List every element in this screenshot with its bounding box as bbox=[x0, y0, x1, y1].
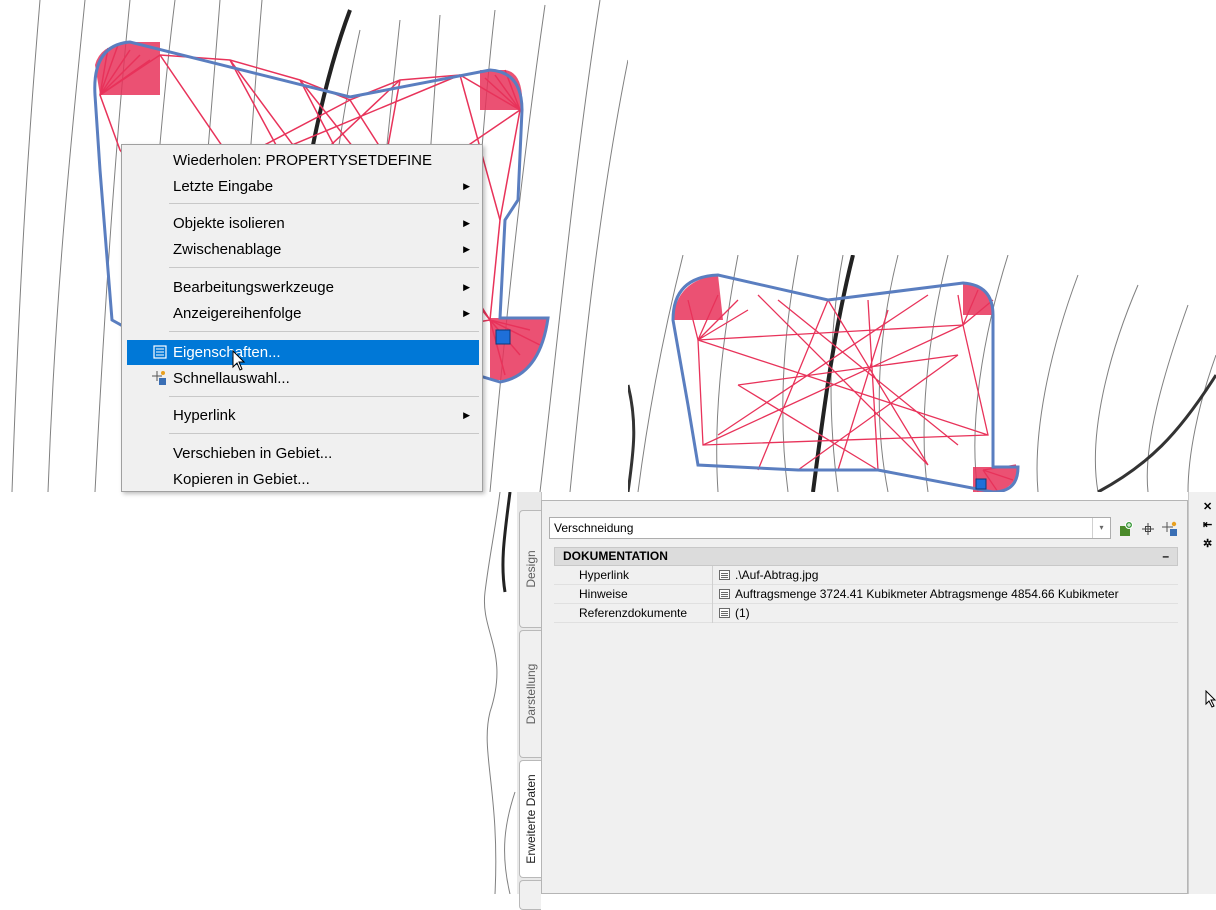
menu-separator bbox=[169, 396, 479, 397]
context-menu: Wiederholen: PROPERTYSETDEFINE Letzte Ei… bbox=[121, 144, 483, 492]
menu-item-label: Eigenschaften... bbox=[173, 344, 281, 361]
property-label: Referenzdokumente bbox=[579, 606, 688, 620]
quick-select-icon[interactable] bbox=[1162, 521, 1178, 537]
properties-icon bbox=[153, 345, 167, 359]
menu-item-draw-order[interactable]: Anzeigereihenfolge ▶ bbox=[122, 301, 482, 326]
menu-item-recent-input[interactable]: Letzte Eingabe ▶ bbox=[122, 174, 482, 199]
menu-separator bbox=[169, 331, 479, 332]
property-value: Auftragsmenge 3724.41 Kubikmeter Abtrags… bbox=[735, 587, 1119, 601]
pickadd-icon[interactable] bbox=[1140, 521, 1156, 537]
menu-item-hyperlink[interactable]: Hyperlink ▶ bbox=[122, 403, 482, 428]
tab-label: Design bbox=[523, 550, 538, 588]
grading-drawing-2 bbox=[628, 255, 1216, 492]
grading-triangulation-2 bbox=[687, 289, 1017, 492]
property-row-hinweise[interactable]: Hinweise Auftragsmenge 3724.41 Kubikmete… bbox=[554, 585, 1178, 604]
quick-select-icon bbox=[152, 371, 166, 385]
mouse-cursor-icon bbox=[232, 350, 246, 371]
menu-item-label: Objekte isolieren bbox=[173, 215, 285, 232]
mouse-cursor-icon bbox=[1205, 690, 1216, 708]
menu-item-label: Bearbeitungswerkzeuge bbox=[173, 279, 334, 296]
tab-design[interactable]: Design bbox=[519, 510, 541, 628]
palette-sidebar: ✕ ⇤ ✲ bbox=[1188, 492, 1216, 894]
settings-icon[interactable]: ✲ bbox=[1203, 537, 1212, 550]
table-icon bbox=[719, 608, 730, 618]
submenu-arrow-icon: ▶ bbox=[463, 244, 470, 254]
close-icon[interactable]: ✕ bbox=[1203, 500, 1212, 513]
contour-lines-2 bbox=[637, 255, 1216, 492]
menu-item-editing-tools[interactable]: Bearbeitungswerkzeuge ▶ bbox=[122, 275, 482, 300]
menu-item-label: Schnellauswahl... bbox=[173, 370, 290, 387]
object-type-select[interactable]: Verschneidung ▾ bbox=[549, 517, 1111, 539]
tab-more[interactable] bbox=[519, 880, 541, 910]
menu-item-label: Letzte Eingabe bbox=[173, 178, 274, 195]
menu-item-isolate-objects[interactable]: Objekte isolieren ▶ bbox=[122, 211, 482, 236]
table-icon bbox=[719, 570, 730, 580]
select-objects-icon[interactable] bbox=[1118, 521, 1134, 537]
menu-item-copy-to-area[interactable]: Kopieren in Gebiet... bbox=[122, 467, 482, 492]
collapse-icon[interactable]: – bbox=[1162, 548, 1169, 565]
grip-square-1 bbox=[495, 329, 511, 345]
menu-item-label: Verschieben in Gebiet... bbox=[173, 445, 333, 462]
column-divider bbox=[712, 566, 713, 623]
drawing-viewport-3[interactable] bbox=[470, 492, 517, 894]
palette-tab-strip: Design Darstellung Erweiterte Daten bbox=[517, 492, 542, 910]
property-row-referenzdokumente[interactable]: Referenzdokumente (1) bbox=[554, 604, 1178, 623]
menu-item-label: Hyperlink bbox=[173, 407, 236, 424]
palette-body: Verschneidung ▾ DOKUMENTATION – Hyperlin… bbox=[541, 500, 1188, 894]
grip-square-2 bbox=[975, 478, 987, 490]
object-type-value: Verschneidung bbox=[554, 521, 634, 535]
submenu-arrow-icon: ▶ bbox=[463, 218, 470, 228]
properties-palette: Design Darstellung Erweiterte Daten Vers… bbox=[517, 492, 1216, 910]
section-header-dokumentation[interactable]: DOKUMENTATION – bbox=[554, 547, 1178, 566]
auto-hide-icon[interactable]: ⇤ bbox=[1203, 518, 1212, 531]
table-icon bbox=[719, 589, 730, 599]
chevron-down-icon[interactable]: ▾ bbox=[1092, 518, 1110, 538]
property-value: .\Auf-Abtrag.jpg bbox=[735, 568, 819, 582]
menu-separator bbox=[169, 203, 479, 204]
menu-item-label: Anzeigereihenfolge bbox=[173, 305, 302, 322]
submenu-arrow-icon: ▶ bbox=[463, 282, 470, 292]
menu-item-clipboard[interactable]: Zwischenablage ▶ bbox=[122, 237, 482, 262]
menu-item-label: Wiederholen: PROPERTYSETDEFINE bbox=[173, 152, 432, 169]
tab-darstellung[interactable]: Darstellung bbox=[519, 630, 541, 758]
menu-separator bbox=[169, 267, 479, 268]
menu-item-quick-select[interactable]: Schnellauswahl... bbox=[122, 366, 482, 391]
property-label: Hinweise bbox=[579, 587, 628, 601]
drawing-fragment-3 bbox=[483, 492, 516, 894]
submenu-arrow-icon: ▶ bbox=[463, 410, 470, 420]
section-title: DOKUMENTATION bbox=[563, 549, 668, 563]
property-value: (1) bbox=[735, 606, 750, 620]
drawing-viewport-2[interactable] bbox=[628, 255, 1216, 492]
menu-item-label: Kopieren in Gebiet... bbox=[173, 471, 310, 488]
submenu-arrow-icon: ▶ bbox=[463, 308, 470, 318]
submenu-arrow-icon: ▶ bbox=[463, 181, 470, 191]
tab-label: Erweiterte Daten bbox=[523, 774, 538, 864]
tab-erweiterte-daten[interactable]: Erweiterte Daten bbox=[519, 760, 541, 878]
menu-item-label: Zwischenablage bbox=[173, 241, 282, 258]
tab-label: Darstellung bbox=[523, 663, 538, 725]
menu-item-properties[interactable]: Eigenschaften... bbox=[127, 340, 479, 365]
menu-separator bbox=[169, 433, 479, 434]
property-label: Hyperlink bbox=[579, 568, 630, 582]
menu-item-move-to-area[interactable]: Verschieben in Gebiet... bbox=[122, 441, 482, 466]
property-row-hyperlink[interactable]: Hyperlink .\Auf-Abtrag.jpg bbox=[554, 566, 1178, 585]
menu-item-repeat-command[interactable]: Wiederholen: PROPERTYSETDEFINE bbox=[122, 148, 482, 173]
